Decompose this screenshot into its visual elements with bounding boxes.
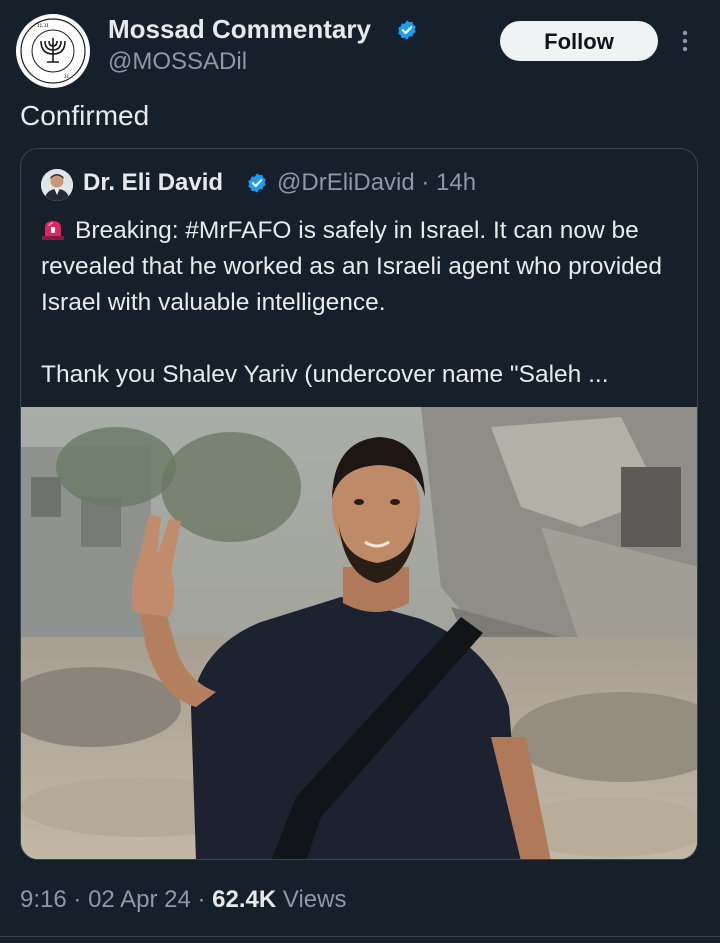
more-vertical-icon[interactable] xyxy=(678,26,692,56)
author-name[interactable]: Mossad Commentary xyxy=(108,14,371,45)
views-label: Views xyxy=(282,886,347,913)
meta-separator-2: · xyxy=(197,886,206,913)
quoted-post[interactable]: Dr. Eli David @DrEliDavid · 14h Breaking… xyxy=(20,148,698,860)
menorah-emblem-icon: ננ.ננ ננ xyxy=(17,15,89,87)
follow-button[interactable]: Follow xyxy=(500,21,658,61)
divider xyxy=(0,936,720,937)
meta-separator-1: · xyxy=(73,886,82,913)
quoted-author-avatar[interactable] xyxy=(41,169,73,201)
quoted-author-name[interactable]: Dr. Eli David xyxy=(83,169,223,197)
quoted-paragraph-1: Breaking: #MrFAFO is safely in Israel. I… xyxy=(41,213,686,321)
quoted-paragraph-1-text: Breaking: #MrFAFO is safely in Israel. I… xyxy=(41,217,663,316)
svg-text:ננ: ננ xyxy=(64,73,69,80)
quoted-post-image[interactable] xyxy=(21,407,697,859)
author-display-name[interactable]: Mossad Commentary xyxy=(108,14,371,44)
rubble-street-photo xyxy=(21,407,697,859)
post-meta: 9:16 · 02 Apr 24 · 62.4K Views xyxy=(20,886,346,914)
verified-badge-icon xyxy=(398,20,416,40)
quoted-paragraph-2: Thank you Shalev Yariv (undercover name … xyxy=(41,361,609,388)
author-handle[interactable]: @MOSSADil xyxy=(108,48,247,76)
police-siren-icon xyxy=(42,221,64,240)
person-avatar-icon xyxy=(41,169,73,201)
post-time[interactable]: 9:16 xyxy=(20,886,67,913)
post-text: Confirmed xyxy=(20,100,150,131)
svg-text:ננ.ננ: ננ.ננ xyxy=(37,22,49,29)
verified-badge-icon xyxy=(248,173,266,193)
post-date[interactable]: 02 Apr 24 xyxy=(88,886,191,913)
views-count[interactable]: 62.4K xyxy=(212,886,276,913)
quoted-handle-time[interactable]: @DrEliDavid · 14h xyxy=(277,169,476,197)
author-avatar[interactable]: ננ.ננ ננ xyxy=(16,14,90,88)
post-header: ננ.ננ ננ Mossad Commentary @MOSSADil Fol… xyxy=(0,0,720,96)
quoted-post-text: Breaking: #MrFAFO is safely in Israel. I… xyxy=(41,213,686,393)
